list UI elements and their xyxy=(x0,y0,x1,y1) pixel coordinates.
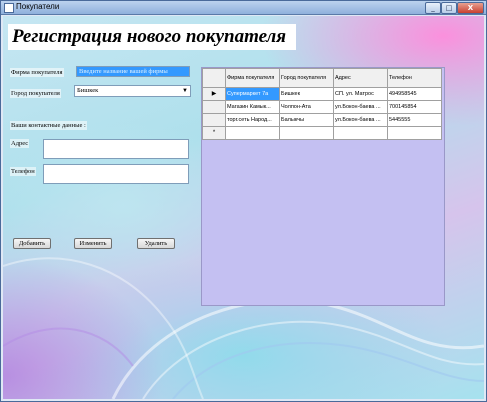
table-cell[interactable]: 700145854 xyxy=(387,100,442,114)
column-header-phone[interactable]: Телефон xyxy=(387,68,442,88)
address-label: Адрес xyxy=(10,139,30,148)
city-label: Город покупателя xyxy=(10,89,61,98)
firm-label: Фирма покупателя xyxy=(10,68,64,77)
edit-button[interactable]: Изменить xyxy=(74,238,112,249)
table-cell[interactable]: Супермаркет 7а xyxy=(225,87,280,101)
maximize-button[interactable]: □ xyxy=(441,2,457,14)
delete-button[interactable]: Удалить xyxy=(137,238,175,249)
address-input[interactable] xyxy=(43,139,189,159)
table-cell[interactable]: Балыкчы xyxy=(279,113,334,127)
contacts-label: Ваши контактные данные : xyxy=(10,121,87,130)
column-header-city[interactable]: Город покупателя xyxy=(279,68,334,88)
table-cell[interactable]: ул.Бокон-баева ... xyxy=(333,100,388,114)
grid-header-row: Фирма покупателя Город покупателя Адрес … xyxy=(202,68,442,88)
table-cell[interactable]: 494958545 xyxy=(387,87,442,101)
app-window: Покупатели _ □ X Регистрация нового поку… xyxy=(0,0,487,402)
table-row[interactable]: ▶ Супермаркет 7а Бишкек СП. ул. Матрос 4… xyxy=(202,87,442,101)
current-row-indicator[interactable]: ▶ xyxy=(202,87,226,101)
row-header[interactable] xyxy=(202,113,226,127)
close-button[interactable]: X xyxy=(457,2,484,14)
minimize-button[interactable]: _ xyxy=(425,2,441,14)
new-row-indicator[interactable]: * xyxy=(202,126,226,140)
city-select[interactable]: Бишкек ▼ xyxy=(74,85,191,97)
customers-grid[interactable]: Фирма покупателя Город покупателя Адрес … xyxy=(201,67,445,306)
table-cell[interactable] xyxy=(225,126,280,140)
table-cell[interactable]: ул.Бокон-баева ... xyxy=(333,113,388,127)
table-cell[interactable]: СП. ул. Матрос xyxy=(333,87,388,101)
app-icon xyxy=(4,3,14,13)
firm-input[interactable]: Введите название вашей фирмы xyxy=(76,66,190,77)
table-cell[interactable]: Магазин Камык... xyxy=(225,100,280,114)
phone-label: Телефон xyxy=(10,167,36,176)
form-client-area: Регистрация нового покупателя Фирма поку… xyxy=(3,16,484,399)
window-title: Покупатели xyxy=(16,2,60,11)
table-cell[interactable] xyxy=(279,126,334,140)
customers-table: Фирма покупателя Город покупателя Адрес … xyxy=(202,68,442,140)
column-header-firm[interactable]: Фирма покупателя xyxy=(225,68,280,88)
add-button[interactable]: Добавить xyxy=(13,238,51,249)
table-cell[interactable] xyxy=(387,126,442,140)
row-header[interactable] xyxy=(202,100,226,114)
column-header-address[interactable]: Адрес xyxy=(333,68,388,88)
city-select-value: Бишкек xyxy=(77,87,99,94)
phone-input[interactable] xyxy=(43,164,189,184)
new-row[interactable]: * xyxy=(202,126,442,140)
chevron-down-icon[interactable]: ▼ xyxy=(182,86,188,96)
table-row[interactable]: торг.сеть Народ... Балыкчы ул.Бокон-баев… xyxy=(202,113,442,127)
table-row[interactable]: Магазин Камык... Чолпон-Ата ул.Бокон-бае… xyxy=(202,100,442,114)
table-cell[interactable]: Чолпон-Ата xyxy=(279,100,334,114)
page-heading: Регистрация нового покупателя xyxy=(8,24,296,50)
table-cell[interactable]: торг.сеть Народ... xyxy=(225,113,280,127)
title-bar[interactable]: Покупатели _ □ X xyxy=(1,1,486,15)
table-cell[interactable] xyxy=(333,126,388,140)
table-cell[interactable]: 5445555 xyxy=(387,113,442,127)
table-cell[interactable]: Бишкек xyxy=(279,87,334,101)
grid-corner-cell[interactable] xyxy=(202,68,226,88)
